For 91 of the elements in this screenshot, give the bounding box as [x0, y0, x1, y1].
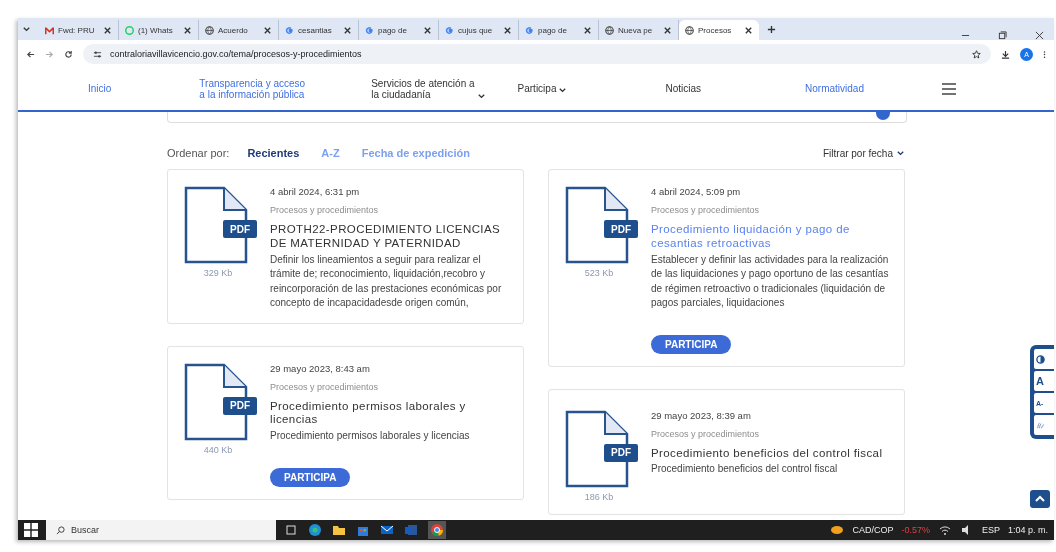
- document-description: Procedimiento permisos laborales y licencias: [270, 429, 471, 444]
- document-description: Procedimiento beneficios del control fiscal: [651, 462, 839, 477]
- publish-date: 4 abril 2024, 6:31 pm: [270, 186, 361, 197]
- browser-tab[interactable]: (1) Whats: [119, 20, 199, 40]
- chevron-down-icon: [558, 85, 568, 95]
- participate-button[interactable]: PARTICIPA: [270, 467, 351, 487]
- close-icon[interactable]: [103, 25, 112, 35]
- wifi-icon: [937, 523, 952, 537]
- mail-icon[interactable]: [380, 523, 394, 537]
- browser-tab[interactable]: pago de: [519, 20, 599, 40]
- scroll-top-button[interactable]: [1030, 490, 1050, 508]
- windows-icon[interactable]: [24, 523, 38, 537]
- publish-date: 4 abril 2024, 5:09 pm: [651, 186, 742, 197]
- contrast-icon: [1036, 354, 1045, 364]
- nav-link[interactable]: Normatividad: [805, 83, 864, 95]
- file-size: 523 Kb: [584, 268, 614, 278]
- chat-icon: [125, 25, 134, 35]
- coin-icon: [830, 523, 845, 537]
- contrast-button[interactable]: [1034, 349, 1054, 369]
- date-filter[interactable]: Filtrar por fecha: [822, 147, 905, 159]
- file-type-badge: PDF: [604, 220, 638, 238]
- globe-icon: [605, 25, 614, 35]
- close-icon[interactable]: [1035, 31, 1044, 40]
- browser-tab[interactable]: cujus que: [439, 20, 519, 40]
- globe-icon: [685, 25, 694, 35]
- file-size: 186 Kb: [584, 491, 614, 502]
- category-label: Procesos y procedimientos: [270, 205, 380, 215]
- menu-icon[interactable]: [1043, 49, 1046, 59]
- address-bar[interactable]: contraloriavillavicencio.gov.co/tema/procesos-y-procedimientos: [83, 44, 991, 64]
- close-icon[interactable]: [663, 25, 672, 35]
- search-field[interactable]: [167, 112, 907, 123]
- nav-link[interactable]: Transparencia y acceso a la información pública: [199, 77, 306, 101]
- ticker-change: -0.57%: [901, 525, 930, 535]
- close-icon[interactable]: [503, 25, 512, 35]
- font-size-button[interactable]: A: [1034, 371, 1054, 391]
- tab-list-icon[interactable]: [22, 24, 31, 34]
- chrome-icon[interactable]: [428, 521, 446, 539]
- file-type-badge: PDF: [223, 396, 257, 415]
- category-label: Procesos y procedimientos: [651, 205, 761, 215]
- ticker-symbol: CAD/COP: [852, 525, 894, 535]
- chevron-down-icon: [476, 91, 486, 101]
- nav-link[interactable]: Noticias: [665, 83, 702, 95]
- close-icon[interactable]: [343, 25, 352, 35]
- back-icon[interactable]: [26, 49, 35, 59]
- document-icon[interactable]: [404, 523, 418, 537]
- nav-link[interactable]: Participa: [517, 83, 568, 95]
- menu-icon[interactable]: [941, 83, 956, 95]
- nav-link[interactable]: Servicios de atención a la ciudadanía: [371, 77, 486, 101]
- sort-option[interactable]: Recientes: [243, 147, 304, 159]
- document-description: Establecer y definir las actividades para la realización de las liquidaciones y pago oportuno de las cesantías de régimen retroactivo o tradicionales (liquidación de pagos parciales, liquidaciones: [651, 252, 890, 311]
- browser-icon[interactable]: [308, 523, 322, 537]
- chevron-down-icon: [896, 148, 905, 158]
- close-icon[interactable]: [423, 25, 432, 35]
- publish-date: 29 mayo 2023, 8:43 am: [270, 362, 371, 374]
- folder-icon[interactable]: [332, 523, 346, 537]
- file-size: 440 Kb: [203, 444, 233, 455]
- close-icon[interactable]: [183, 25, 192, 35]
- document-title[interactable]: Procedimiento liquidación y pago de cesantias retroactivas: [651, 223, 890, 251]
- restore-icon[interactable]: [998, 31, 1007, 40]
- browser-tab[interactable]: cesantias: [279, 20, 359, 40]
- browser-tab[interactable]: Acuerdo: [199, 20, 279, 40]
- new-tab-icon[interactable]: [767, 24, 776, 34]
- taskbar-search[interactable]: Buscar: [46, 520, 276, 540]
- publish-date: 29 mayo 2023, 8:39 am: [651, 409, 752, 421]
- document-title[interactable]: PROTH22-PROCEDIMIENTO LICENCIAS DE MATERNIDAD Y PATERNIDAD: [270, 223, 509, 251]
- document-title[interactable]: Procedimiento permisos laborales y licencias: [270, 399, 509, 428]
- mail-icon: [45, 25, 54, 35]
- category-label: Procesos y procedimientos: [651, 428, 761, 439]
- category-label: Procesos y procedimientos: [270, 381, 380, 392]
- sort-label: Ordenar por:: [167, 147, 230, 159]
- globe-icon: [205, 25, 214, 35]
- file-type-badge: PDF: [223, 220, 257, 238]
- reload-icon[interactable]: [64, 49, 73, 59]
- clock[interactable]: 1:04 p. m.: [1007, 525, 1048, 535]
- browser-tab[interactable]: Fwd: PRU: [39, 20, 119, 40]
- nav-link[interactable]: Inicio: [88, 83, 112, 95]
- document-description: Definir los lineamientos a seguir para realizar el trámite de; reconocimiento, liquidación,recobro y reincorporación de las prestaciones económicas por concepto de incapacidadesde origen común,: [270, 252, 503, 311]
- browser-tab[interactable]: pago de: [359, 20, 439, 40]
- close-icon[interactable]: [583, 25, 592, 35]
- site-settings-icon[interactable]: [93, 49, 102, 59]
- browser-tab[interactable]: Procesos: [679, 20, 759, 40]
- file-size: 329 Kb: [203, 268, 233, 278]
- document-title[interactable]: Procedimiento beneficios del control fiscal: [651, 446, 890, 461]
- file-type-badge: PDF: [604, 443, 638, 462]
- close-icon[interactable]: [263, 25, 272, 35]
- language-indicator[interactable]: ESP: [981, 525, 1000, 535]
- participate-button[interactable]: PARTICIPA: [651, 334, 732, 354]
- download-icon[interactable]: [1001, 49, 1010, 59]
- star-icon[interactable]: [972, 49, 981, 59]
- close-icon[interactable]: [744, 25, 753, 35]
- task-view-icon[interactable]: [284, 523, 298, 537]
